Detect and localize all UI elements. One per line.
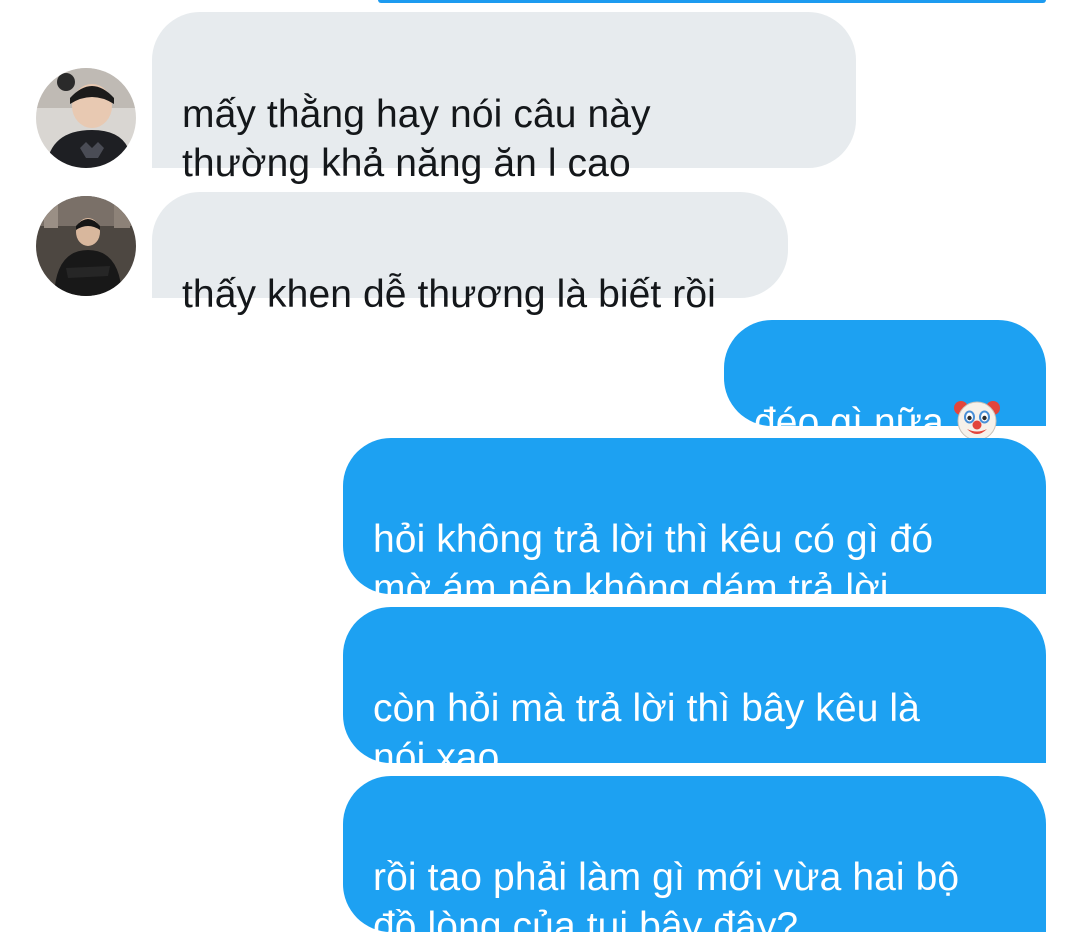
sender-avatar[interactable] [36, 196, 136, 296]
avatar-photo-icon [36, 196, 136, 296]
message-text: thấy khen dễ thương là biết rồi [182, 273, 716, 316]
message-text: hỏi không trả lời thì kêu có gì đó mờ ám… [373, 518, 934, 610]
sender-avatar[interactable] [36, 68, 136, 168]
message-text: rồi tao phải làm gì mới vừa hai bộ đồ lò… [373, 856, 960, 948]
message-text: mấy thằng hay nói câu này thường khả năn… [182, 93, 651, 185]
previous-message-bubble-edge [378, 0, 1046, 3]
message-bubble-outgoing[interactable]: còn hỏi mà trả lời thì bây kêu là nói xạ… [343, 607, 1046, 779]
avatar-photo-icon [36, 68, 136, 168]
message-text: còn hỏi mà trả lời thì bây kêu là nói xạ… [373, 687, 920, 779]
message-bubble-outgoing[interactable]: đéo gì nữa [724, 320, 1046, 444]
clown-face-icon [953, 396, 1000, 442]
message-bubble-incoming[interactable]: mấy thằng hay nói câu này thường khả năn… [152, 12, 856, 185]
message-bubble-incoming[interactable]: thấy khen dễ thương là biết rồi [152, 192, 788, 316]
message-bubble-outgoing[interactable]: hỏi không trả lời thì kêu có gì đó mờ ám… [343, 438, 1046, 610]
message-bubble-outgoing[interactable]: rồi tao phải làm gì mới vừa hai bộ đồ lò… [343, 776, 1046, 948]
